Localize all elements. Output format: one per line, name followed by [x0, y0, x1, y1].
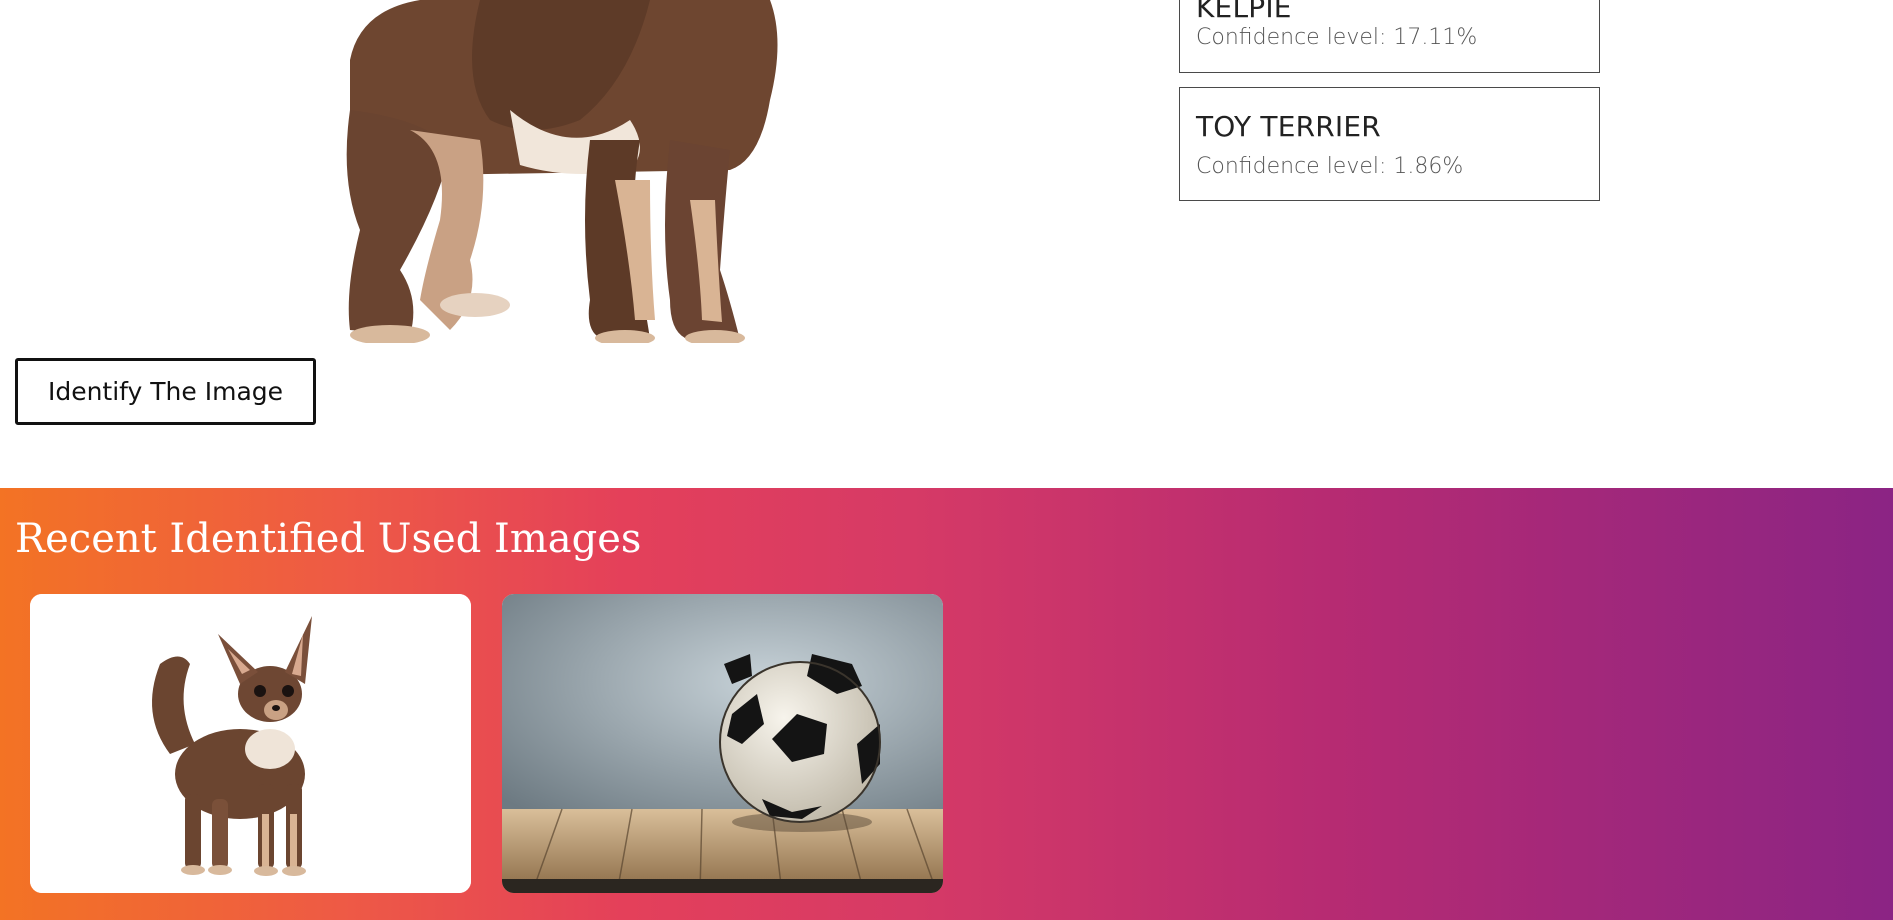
result-label: TOY TERRIER	[1196, 110, 1381, 143]
result-confidence: Confidence level: 1.86%	[1196, 154, 1464, 179]
recent-images-section: Recent Identified Used Images	[0, 488, 1893, 920]
result-card: KELPIE Confidence level: 17.11%	[1179, 0, 1600, 73]
soccer-ball-photo	[502, 594, 943, 893]
recent-image-thumbnail[interactable]	[502, 594, 943, 893]
identify-image-button[interactable]: Identify The Image	[15, 358, 316, 425]
chihuahua-photo	[30, 594, 471, 893]
result-card: TOY TERRIER Confidence level: 1.86%	[1179, 87, 1600, 201]
result-label: KELPIE	[1196, 0, 1292, 24]
recent-section-title: Recent Identified Used Images	[15, 516, 642, 562]
main-image	[330, 0, 790, 343]
result-confidence: Confidence level: 17.11%	[1196, 25, 1478, 50]
recent-image-thumbnail[interactable]	[30, 594, 471, 893]
chihuahua-photo	[346, 0, 778, 343]
